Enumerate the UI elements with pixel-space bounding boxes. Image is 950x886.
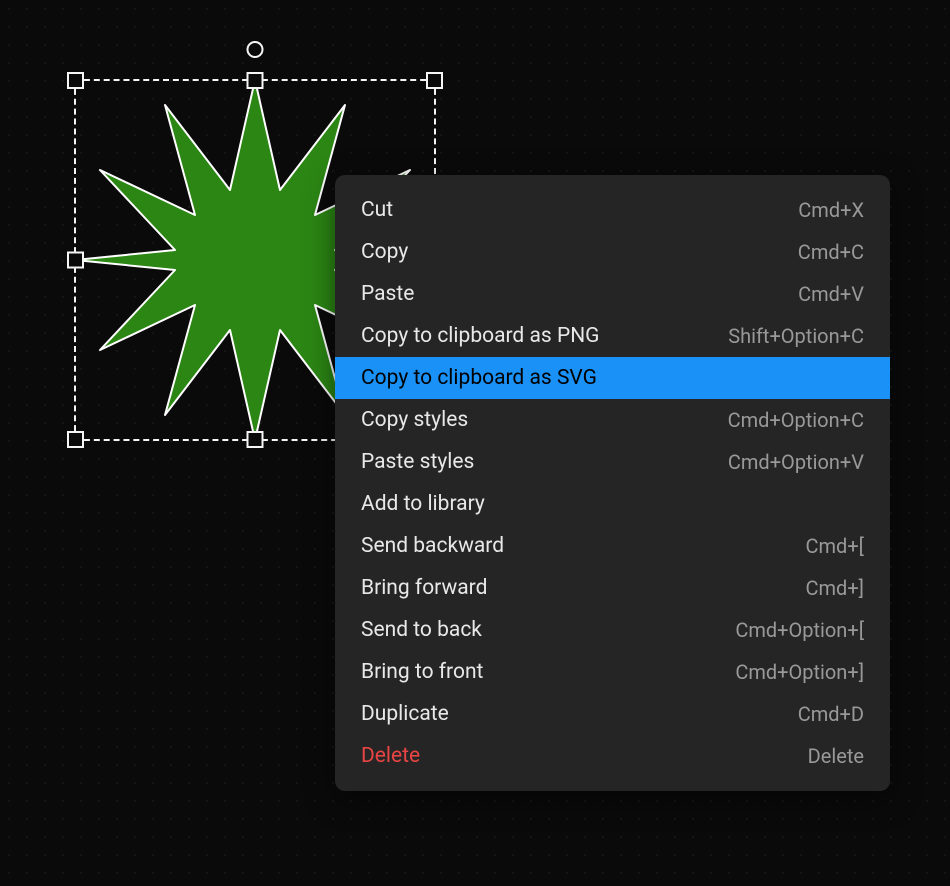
menu-item-duplicate[interactable]: Duplicate Cmd+D	[335, 693, 890, 735]
menu-item-label: Paste	[361, 282, 414, 306]
menu-item-label: Copy styles	[361, 408, 468, 432]
rotation-handle[interactable]	[247, 41, 264, 58]
menu-item-label: Bring forward	[361, 576, 487, 600]
resize-handle-top-left[interactable]	[67, 72, 84, 89]
menu-item-shortcut: Cmd+Option+[	[735, 618, 864, 642]
resize-handle-top-right[interactable]	[426, 72, 443, 89]
menu-item-label: Send backward	[361, 534, 504, 558]
menu-item-shortcut: Cmd+Option+V	[728, 450, 864, 474]
menu-item-copy[interactable]: Copy Cmd+C	[335, 231, 890, 273]
menu-item-shortcut: Cmd+D	[798, 702, 864, 726]
menu-item-shortcut: Cmd+]	[806, 576, 865, 600]
menu-item-label: Copy	[361, 240, 408, 264]
menu-item-cut[interactable]: Cut Cmd+X	[335, 189, 890, 231]
menu-item-shortcut: Cmd+X	[798, 198, 864, 222]
menu-item-shortcut: Cmd+Option+]	[735, 660, 864, 684]
menu-item-copy-to-clipboard-as-png[interactable]: Copy to clipboard as PNG Shift+Option+C	[335, 315, 890, 357]
menu-item-label: Add to library	[361, 492, 485, 516]
context-menu: Cut Cmd+X Copy Cmd+C Paste Cmd+V Copy to clipb…	[335, 175, 890, 791]
menu-item-copy-styles[interactable]: Copy styles Cmd+Option+C	[335, 399, 890, 441]
menu-item-copy-to-clipboard-as-svg[interactable]: Copy to clipboard as SVG	[335, 357, 890, 399]
menu-item-send-backward[interactable]: Send backward Cmd+[	[335, 525, 890, 567]
resize-handle-middle-left[interactable]	[67, 252, 84, 269]
menu-item-label: Cut	[361, 198, 393, 222]
menu-item-shortcut: Shift+Option+C	[728, 324, 864, 348]
menu-item-shortcut: Cmd+Option+C	[728, 408, 864, 432]
menu-item-paste[interactable]: Paste Cmd+V	[335, 273, 890, 315]
menu-item-add-to-library[interactable]: Add to library	[335, 483, 890, 525]
resize-handle-top-middle[interactable]	[247, 72, 264, 89]
menu-item-delete[interactable]: Delete Delete	[335, 735, 890, 777]
menu-item-label: Paste styles	[361, 450, 474, 474]
menu-item-paste-styles[interactable]: Paste styles Cmd+Option+V	[335, 441, 890, 483]
menu-item-label: Copy to clipboard as PNG	[361, 324, 600, 348]
menu-item-label: Bring to front	[361, 660, 483, 684]
menu-item-label: Duplicate	[361, 702, 449, 726]
resize-handle-bottom-left[interactable]	[67, 431, 84, 448]
resize-handle-bottom-middle[interactable]	[247, 431, 264, 448]
menu-item-label: Delete	[361, 744, 420, 768]
menu-item-shortcut: Cmd+C	[798, 240, 864, 264]
menu-item-bring-forward[interactable]: Bring forward Cmd+]	[335, 567, 890, 609]
drawing-canvas[interactable]: Cut Cmd+X Copy Cmd+C Paste Cmd+V Copy to clipb…	[0, 0, 950, 886]
menu-item-shortcut: Delete	[808, 744, 864, 768]
menu-item-label: Send to back	[361, 618, 482, 642]
menu-item-bring-to-front[interactable]: Bring to front Cmd+Option+]	[335, 651, 890, 693]
menu-item-label: Copy to clipboard as SVG	[361, 366, 597, 390]
menu-item-shortcut: Cmd+[	[806, 534, 865, 558]
menu-item-shortcut: Cmd+V	[798, 282, 864, 306]
menu-item-send-to-back[interactable]: Send to back Cmd+Option+[	[335, 609, 890, 651]
